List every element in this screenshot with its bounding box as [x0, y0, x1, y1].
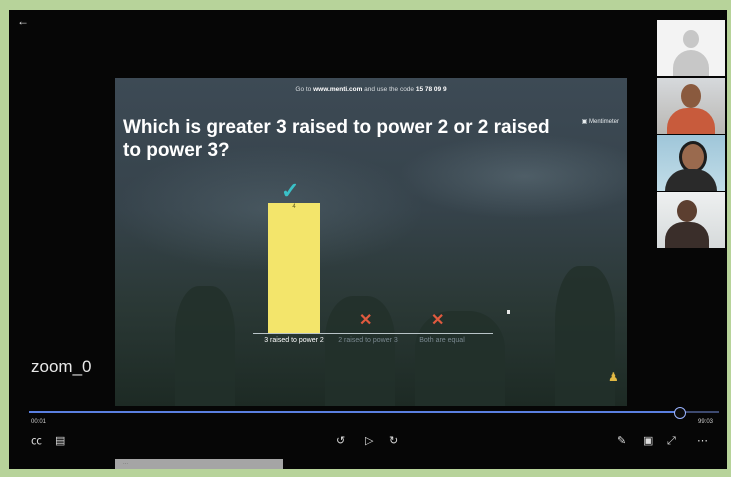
participant-tile-3[interactable]: [657, 135, 725, 191]
bar-value: 4: [292, 204, 296, 210]
fullscreen-icon[interactable]: ⤢: [667, 435, 676, 447]
presentation-slide: Go to www.menti.com and use the code 15 …: [115, 78, 627, 406]
slide-header: Go to www.menti.com and use the code 15 …: [115, 86, 627, 93]
header-text: and use the code: [362, 86, 416, 93]
captions-icon[interactable]: ㏄: [31, 435, 42, 447]
mouse-cursor: [507, 310, 510, 314]
mountain-shape: [175, 286, 235, 406]
participant-body: [665, 222, 709, 248]
video-player: ← Go to www.menti.com and use the code 1…: [9, 10, 727, 469]
avatar-placeholder-icon: [683, 30, 699, 48]
result-bar: [268, 203, 320, 333]
question-title: Which is greater 3 raised to power 2 or …: [123, 117, 550, 161]
avatar-placeholder-body: [673, 50, 709, 76]
mountain-shape: [415, 311, 505, 406]
header-text: Go to: [295, 86, 314, 93]
mountain-shape: [555, 266, 615, 406]
option-label: 2 raised to power 3: [338, 337, 398, 344]
forward-icon[interactable]: ↻: [389, 435, 398, 447]
participant-body: [667, 108, 715, 134]
cross-icon: ✕: [431, 312, 445, 329]
bottom-strip: ···: [115, 459, 283, 469]
bottom-strip-text: ···: [123, 461, 128, 467]
option-label: Both are equal: [419, 337, 465, 344]
mentimeter-brand: ▣ Mentimeter: [581, 119, 619, 125]
progress-handle[interactable]: [673, 407, 686, 419]
more-icon[interactable]: ⋯: [697, 435, 708, 447]
brand-label: Mentimeter: [588, 119, 619, 125]
total-time: 99:03: [697, 419, 713, 425]
participant-body: [665, 169, 717, 191]
chart-baseline: [253, 333, 493, 334]
participant-tile-2[interactable]: [657, 78, 725, 134]
cross-icon: ✕: [359, 312, 373, 329]
progress-fill: [29, 411, 679, 413]
video-title: zoom_0: [31, 357, 92, 376]
header-url: www.menti.com: [313, 86, 363, 93]
progress-bar[interactable]: [29, 407, 719, 419]
participant-tile-4[interactable]: [657, 192, 725, 248]
participant-face: [677, 200, 697, 222]
chat-icon[interactable]: ▤: [55, 435, 65, 447]
rewind-icon[interactable]: ↺: [336, 435, 345, 447]
pen-icon[interactable]: ✎: [617, 435, 626, 447]
person-icon: ♟: [608, 370, 619, 384]
back-arrow-icon[interactable]: ←: [17, 14, 29, 28]
elapsed-time: 00:01: [31, 419, 47, 425]
pip-icon[interactable]: ▣: [643, 435, 653, 447]
header-code: 15 78 09 9: [415, 86, 447, 93]
play-icon[interactable]: ▷: [365, 435, 373, 447]
check-icon: ✓: [281, 178, 300, 203]
option-label: 3 raised to power 2: [264, 337, 324, 344]
participant-face: [681, 84, 701, 108]
participant-tile-1[interactable]: [657, 20, 725, 76]
